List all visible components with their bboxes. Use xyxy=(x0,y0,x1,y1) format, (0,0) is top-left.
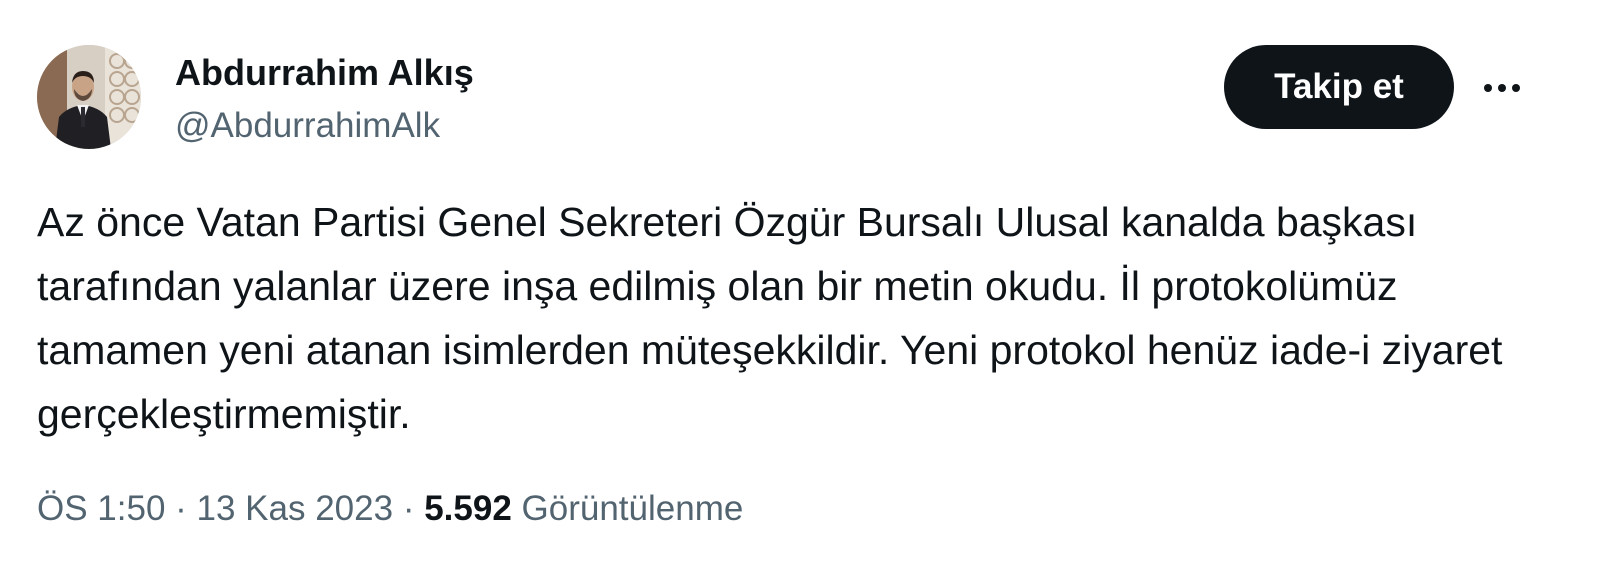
avatar[interactable] xyxy=(37,45,141,149)
views-count: 5.592 xyxy=(424,489,512,528)
views-label: Görüntülenme xyxy=(521,489,744,528)
tweet-meta: ÖS 1:50 · 13 Kas 2023 · 5.592 Görüntülen… xyxy=(37,486,743,532)
meta-separator: · xyxy=(165,489,197,528)
author-name[interactable]: Abdurrahim Alkış xyxy=(175,52,474,94)
more-options-button[interactable] xyxy=(1478,68,1526,108)
author-handle[interactable]: @AbdurrahimAlk xyxy=(175,105,440,147)
tweet-card: Abdurrahim Alkış @AbdurrahimAlk Takip et… xyxy=(0,0,1600,576)
tweet-time[interactable]: ÖS 1:50 xyxy=(37,489,165,528)
follow-button[interactable]: Takip et xyxy=(1224,45,1454,129)
more-dots-icon xyxy=(1484,84,1520,92)
tweet-date[interactable]: 13 Kas 2023 xyxy=(197,489,394,528)
profile-photo-icon xyxy=(37,45,141,149)
tweet-text: Az önce Vatan Partisi Genel Sekreteri Öz… xyxy=(37,199,1503,437)
meta-separator: · xyxy=(393,489,425,528)
